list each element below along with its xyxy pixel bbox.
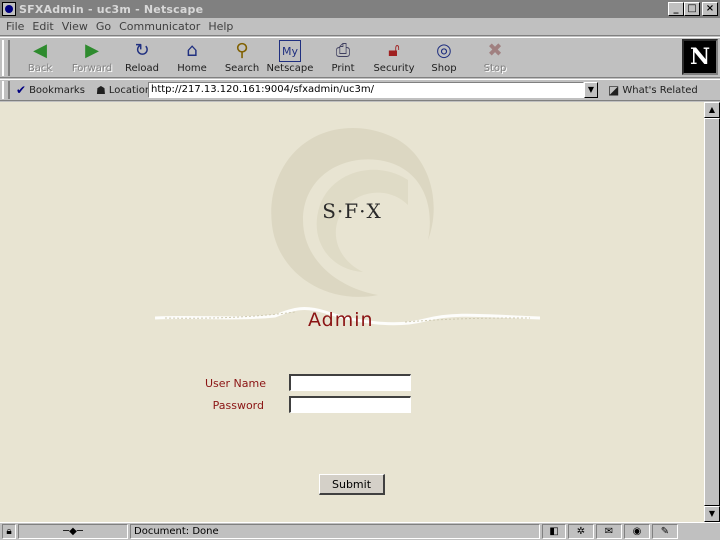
menu-help[interactable]: Help xyxy=(208,20,233,33)
location-grip[interactable] xyxy=(2,81,10,99)
forward-label: Forward xyxy=(71,63,113,74)
print-button[interactable]: ⎙ Print xyxy=(319,40,367,76)
submit-button[interactable]: Submit xyxy=(319,474,385,495)
app-icon xyxy=(2,2,16,16)
bookmarks-button[interactable]: ✔ Bookmarks xyxy=(16,83,96,97)
close-button[interactable]: × xyxy=(702,2,718,16)
lock-icon: 🔓︎ xyxy=(388,40,400,61)
url-input[interactable]: http://217.13.120.161:9004/sfxadmin/uc3m… xyxy=(148,82,584,98)
window-title: SFXAdmin - uc3m - Netscape xyxy=(19,2,204,16)
menu-view[interactable]: View xyxy=(62,20,88,33)
search-label: Search xyxy=(224,63,260,74)
newsgroups-icon[interactable]: ◉ xyxy=(624,524,650,539)
location-label: ☗ Location: xyxy=(96,84,155,97)
forward-button[interactable]: ▶ Forward xyxy=(68,40,116,76)
username-label: User Name xyxy=(204,377,266,390)
reload-icon: ↻ xyxy=(134,40,150,61)
stop-label: Stop xyxy=(483,63,507,74)
whats-related-label: What's Related xyxy=(622,84,698,96)
shop-label: Shop xyxy=(431,63,457,74)
vertical-scrollbar[interactable]: ▲ ▼ xyxy=(704,102,720,522)
security-status-icon[interactable]: 🔒︎ xyxy=(2,524,16,539)
password-input[interactable] xyxy=(289,396,411,413)
home-label: Home xyxy=(177,63,207,74)
search-icon: ⚲ xyxy=(235,40,249,61)
bookmarks-label: Bookmarks xyxy=(29,84,85,96)
status-text: Document: Done xyxy=(130,524,540,539)
menu-go[interactable]: Go xyxy=(96,20,111,33)
netscape-logo[interactable]: N xyxy=(682,39,718,75)
my-netscape-icon: My xyxy=(279,40,301,62)
stop-icon: ✖ xyxy=(487,40,503,61)
progress-indicator: ─◆─ xyxy=(18,524,128,539)
window-controls: _ □ × xyxy=(668,2,718,16)
username-input[interactable] xyxy=(289,374,411,391)
menu-file[interactable]: File xyxy=(6,20,24,33)
password-label: Password xyxy=(212,399,264,412)
back-button[interactable]: ◀ Back xyxy=(16,40,64,76)
status-bar: 🔒︎ ─◆─ Document: Done ◧ ✲ ✉ ◉ ✎ xyxy=(0,522,720,540)
security-button[interactable]: 🔓︎ Security xyxy=(370,40,418,76)
sfx-logo-text: S·F·X xyxy=(322,199,382,223)
home-icon: ⌂ xyxy=(186,40,198,61)
page-proxy-icon[interactable]: ☗ xyxy=(96,84,106,97)
mail-icon[interactable]: ✉ xyxy=(596,524,622,539)
scroll-thumb[interactable] xyxy=(704,118,720,506)
reload-button[interactable]: ↻ Reload xyxy=(118,40,166,76)
composer-icon[interactable]: ✎ xyxy=(652,524,678,539)
connection-icon: ◧ xyxy=(542,524,566,539)
netscape-button[interactable]: My Netscape xyxy=(266,40,314,76)
back-arrow-icon: ◀ xyxy=(33,40,47,61)
minimize-button[interactable]: _ xyxy=(668,2,684,16)
maximize-button[interactable]: □ xyxy=(684,2,700,16)
menu-bar: File Edit View Go Communicator Help xyxy=(0,18,720,36)
browser-window: SFXAdmin - uc3m - Netscape _ □ × File Ed… xyxy=(0,0,720,540)
whats-related-button[interactable]: ◪ What's Related xyxy=(608,83,698,97)
shop-icon: ◎ xyxy=(436,40,452,61)
search-button[interactable]: ⚲ Search xyxy=(218,40,266,76)
navigator-icon[interactable]: ✲ xyxy=(568,524,594,539)
related-icon: ◪ xyxy=(608,83,620,97)
bookmark-icon: ✔ xyxy=(16,83,27,97)
url-dropdown-button[interactable]: ▼ xyxy=(584,82,598,98)
back-label: Back xyxy=(27,63,53,74)
navigation-toolbar: ◀ Back ▶ Forward ↻ Reload ⌂ Home ⚲ Searc… xyxy=(0,37,720,78)
toolbar-grip[interactable] xyxy=(2,40,10,76)
menu-edit[interactable]: Edit xyxy=(32,20,53,33)
reload-label: Reload xyxy=(124,63,160,74)
scroll-up-button[interactable]: ▲ xyxy=(704,102,720,118)
location-toolbar: ✔ Bookmarks ☗ Location: http://217.13.12… xyxy=(0,79,720,101)
forward-arrow-icon: ▶ xyxy=(85,40,99,61)
scroll-down-button[interactable]: ▼ xyxy=(704,506,720,522)
page-content: S·F·X Admin User Name Password Submit xyxy=(0,102,704,522)
page-title: Admin xyxy=(308,309,374,331)
home-button[interactable]: ⌂ Home xyxy=(168,40,216,76)
menu-communicator[interactable]: Communicator xyxy=(119,20,200,33)
printer-icon: ⎙ xyxy=(335,40,351,61)
print-label: Print xyxy=(331,63,355,74)
stop-button[interactable]: ✖ Stop xyxy=(471,40,519,76)
netscape-label: Netscape xyxy=(266,63,314,74)
security-label: Security xyxy=(373,63,415,74)
shop-button[interactable]: ◎ Shop xyxy=(420,40,468,76)
title-bar: SFXAdmin - uc3m - Netscape _ □ × xyxy=(0,0,720,18)
